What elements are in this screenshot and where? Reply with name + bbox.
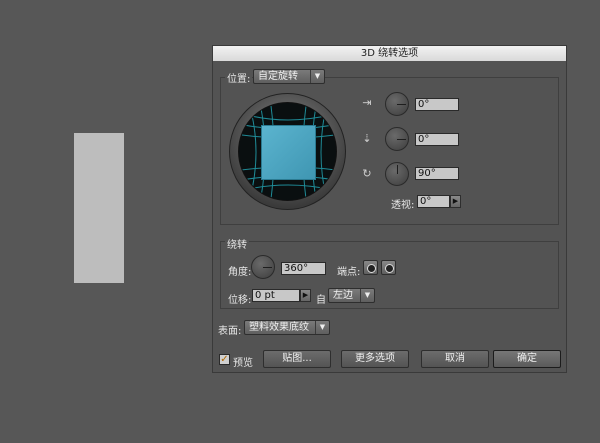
preview-checkbox[interactable]: ✓ bbox=[219, 354, 230, 365]
cap-label: 端点: bbox=[337, 267, 361, 278]
preview-label: 预览 bbox=[233, 358, 253, 369]
chevron-right-icon: ▶ bbox=[452, 197, 459, 205]
angle-label: 角度: bbox=[228, 267, 252, 278]
revolve-group-label: 绕转 bbox=[225, 236, 249, 251]
offset-from-label: 自 bbox=[316, 295, 326, 306]
position-preset-dropdown[interactable]: 自定旋转 ▼ bbox=[253, 69, 325, 84]
position-preset-value: 自定旋转 bbox=[258, 71, 298, 82]
map-art-button[interactable]: 贴图... bbox=[263, 350, 331, 368]
rotate-z-axis-icon: ↻ bbox=[362, 167, 372, 180]
rotate-y-axis-icon: ⇣ bbox=[362, 132, 372, 145]
dialog-title: 3D 绕转选项 bbox=[213, 46, 566, 61]
rotate-x-axis-icon: ⇥ bbox=[362, 96, 372, 109]
cube-front-face bbox=[261, 125, 316, 180]
revolve-options-dialog: 3D 绕转选项 位置: 自定旋转 ▼ ⇥ 0° ⇣ 0° ↻ 90° 透视: 0… bbox=[212, 45, 567, 373]
offset-stepper-button[interactable]: ▶ bbox=[300, 289, 311, 302]
rotate-z-knob[interactable] bbox=[385, 162, 409, 186]
chevron-down-icon: ▼ bbox=[310, 70, 324, 83]
ok-button[interactable]: 确定 bbox=[493, 350, 561, 368]
cancel-button[interactable]: 取消 bbox=[421, 350, 489, 368]
angle-field[interactable]: 360° bbox=[281, 262, 326, 275]
rotate-z-field[interactable]: 90° bbox=[415, 167, 459, 180]
rotate-x-knob[interactable] bbox=[385, 92, 409, 116]
offset-label: 位移: bbox=[228, 295, 252, 306]
rotation-track-viewport bbox=[238, 102, 337, 201]
chevron-down-icon: ▼ bbox=[360, 289, 374, 302]
position-label: 位置: bbox=[225, 70, 253, 85]
chevron-right-icon: ▶ bbox=[302, 291, 309, 299]
surface-label: 表面: bbox=[218, 326, 242, 337]
rotate-y-field[interactable]: 0° bbox=[415, 133, 459, 146]
rotate-x-field[interactable]: 0° bbox=[415, 98, 459, 111]
chevron-down-icon: ▼ bbox=[315, 321, 329, 334]
artwork-rectangle[interactable] bbox=[74, 133, 124, 283]
surface-value: 塑料效果底纹 bbox=[249, 322, 309, 333]
perspective-stepper-button[interactable]: ▶ bbox=[450, 195, 461, 208]
perspective-field[interactable]: 0° bbox=[417, 195, 450, 208]
more-options-button[interactable]: 更多选项 bbox=[341, 350, 409, 368]
surface-dropdown[interactable]: 塑料效果底纹 ▼ bbox=[244, 320, 330, 335]
rotation-track-cube[interactable] bbox=[229, 93, 346, 210]
angle-knob[interactable] bbox=[251, 255, 275, 279]
offset-from-dropdown[interactable]: 左边 ▼ bbox=[328, 288, 375, 303]
perspective-label: 透视: bbox=[391, 200, 415, 211]
cap-on-icon[interactable] bbox=[363, 260, 378, 275]
rotate-y-knob[interactable] bbox=[385, 127, 409, 151]
cap-off-icon[interactable] bbox=[381, 260, 396, 275]
offset-field[interactable]: 0 pt bbox=[252, 289, 300, 302]
offset-from-value: 左边 bbox=[333, 290, 353, 301]
